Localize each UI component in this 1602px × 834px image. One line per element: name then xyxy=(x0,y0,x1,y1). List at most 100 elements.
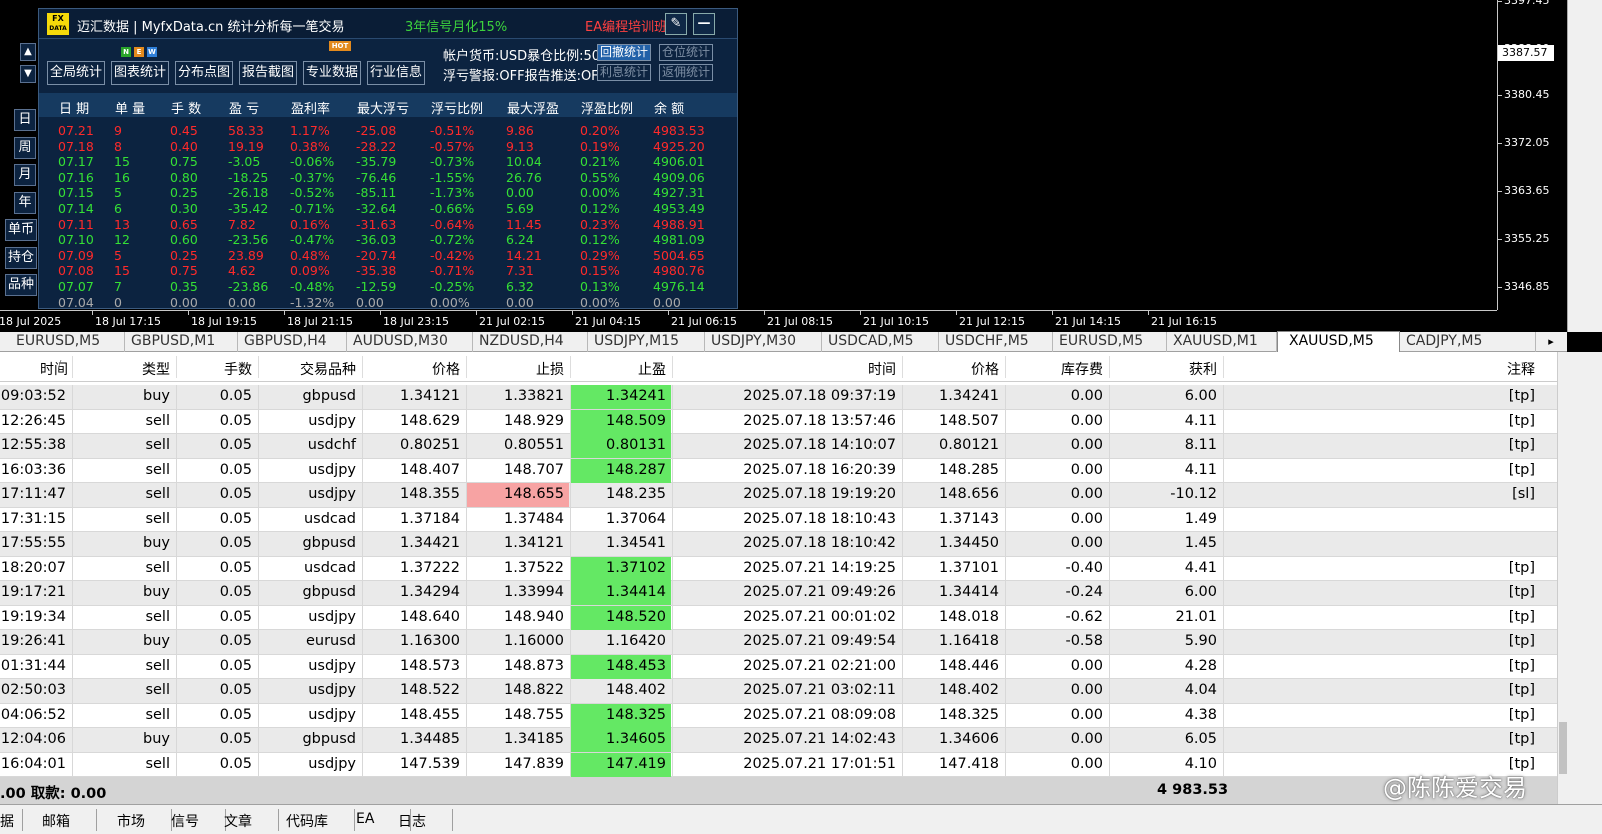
symbol-tab[interactable]: USDJPY,M15 xyxy=(588,332,705,352)
column-divider[interactable] xyxy=(672,356,673,378)
ea-training-link[interactable]: EA编程培训班 xyxy=(585,16,667,35)
industry-info-button[interactable]: 行业信息 xyxy=(367,61,425,85)
side-button-month[interactable]: 月 xyxy=(14,164,36,186)
table-scrollbar[interactable] xyxy=(1557,352,1567,804)
report-screenshot-button[interactable]: 报告截图 xyxy=(239,61,297,85)
symbol-tab[interactable]: CADJPY,M5 xyxy=(1400,332,1536,352)
position-stats-button[interactable]: 仓位统计 xyxy=(659,44,714,61)
table-header-cell[interactable]: 时间 xyxy=(868,359,896,379)
signal-promo-link[interactable]: 3年信号月化15% xyxy=(405,16,507,35)
table-cell: 04:06:52 xyxy=(0,706,66,723)
bottom-tab[interactable]: 代码库 xyxy=(286,811,328,831)
table-row[interactable]: 3 19:17:21 buy 0.05 gbpusd 1.34294 1.33994 1.3… xyxy=(0,581,1557,606)
column-divider[interactable] xyxy=(72,356,73,378)
table-cell: 0.05 xyxy=(219,608,252,625)
pro-data-button[interactable]: 专业数据 xyxy=(303,61,361,85)
symbol-tab[interactable]: EURUSD,M5 xyxy=(10,332,125,352)
table-row[interactable]: 04:06:52 sell 0.05 usdjpy 148.455 148.755 148.… xyxy=(0,703,1557,728)
table-row[interactable]: 3 19:19:34 sell 0.05 usdjpy 148.640 148.940 14… xyxy=(0,605,1557,630)
symbol-tab[interactable]: EURUSD,M5 xyxy=(1053,332,1167,352)
column-divider[interactable] xyxy=(1109,356,1110,378)
symbol-tab[interactable]: USDCHF,M5 xyxy=(939,332,1053,352)
column-divider[interactable] xyxy=(570,356,571,378)
column-divider[interactable] xyxy=(258,356,259,378)
edit-icon[interactable]: ✎ xyxy=(665,13,687,35)
table-row[interactable]: 12:04:06 buy 0.05 gbpusd 1.34485 1.34185 1.346… xyxy=(0,728,1557,753)
side-button-positions[interactable]: 持仓 xyxy=(5,247,37,269)
table-row[interactable]: 3 17:11:47 sell 0.05 usdjpy 148.355 148.655 14… xyxy=(0,483,1557,508)
table-row[interactable]: 16:04:01 sell 0.05 usdjpy 147.539 147.839 147.… xyxy=(0,752,1557,777)
bottom-tab[interactable]: 邮箱 xyxy=(42,811,70,831)
table-row[interactable]: 3 12:55:38 sell 0.05 usdchf 0.80251 0.80551 0.… xyxy=(0,434,1557,459)
table-cell: 2025.07.18 14:10:07 xyxy=(743,437,896,453)
table-header-cell[interactable]: 止损 xyxy=(536,359,564,379)
table-header-cell[interactable]: 止盈 xyxy=(638,359,666,379)
table-row[interactable]: 01:31:44 sell 0.05 usdjpy 148.573 148.873 148.… xyxy=(0,654,1557,679)
tab-scroll-right-icon[interactable]: ▸ xyxy=(1536,332,1566,352)
column-divider[interactable] xyxy=(1005,356,1006,378)
bottom-tab[interactable]: 市场 xyxy=(117,811,145,831)
symbol-tab[interactable]: USDCAD,M5 xyxy=(822,332,939,352)
global-stats-button[interactable]: 全局统计 xyxy=(47,61,105,85)
symbol-tab[interactable]: USDJPY,M30 xyxy=(705,332,822,352)
table-header-cell[interactable]: 时间 xyxy=(40,359,68,379)
symbol-tab[interactable]: GBPUSD,M1 xyxy=(125,332,238,352)
terminal-bottom-tabs: 据 邮箱 市场 信号 文章 代码库 EA 日志 xyxy=(0,804,1602,834)
column-divider[interactable] xyxy=(466,356,467,378)
scroll-down-icon[interactable]: ▼ xyxy=(20,65,36,83)
interest-stats-button[interactable]: 利息统计 xyxy=(597,64,652,81)
column-divider[interactable] xyxy=(902,356,903,378)
minimize-icon[interactable]: — xyxy=(693,13,715,35)
symbol-tab[interactable]: AUDUSD,M30 xyxy=(347,332,473,352)
side-button-symbols[interactable]: 品种 xyxy=(5,274,37,296)
table-cell: 148.407 xyxy=(400,461,460,478)
side-button-single-currency[interactable]: 单币 xyxy=(5,219,37,241)
bottom-tab[interactable]: 文章 xyxy=(224,811,252,831)
table-row[interactable]: 3 19:26:41 buy 0.05 eurusd 1.16300 1.16000 1.1… xyxy=(0,630,1557,655)
column-divider[interactable] xyxy=(1223,356,1224,378)
scroll-up-icon[interactable]: ▲ xyxy=(20,43,36,61)
table-header-cell[interactable]: 手数 xyxy=(224,359,252,379)
cell-divider xyxy=(176,630,177,654)
side-button-year[interactable]: 年 xyxy=(14,192,36,214)
cell-divider xyxy=(176,605,177,630)
stats-cell: -28.22 xyxy=(356,138,397,154)
bottom-tab[interactable]: 日志 xyxy=(398,811,426,831)
table-cell: usdjpy xyxy=(308,682,356,698)
table-header-cell[interactable]: 库存费 xyxy=(1061,359,1103,379)
table-header-cell[interactable]: 交易品种 xyxy=(300,359,356,379)
symbol-tab[interactable]: XAUUSD,M1 xyxy=(1167,332,1277,352)
column-divider[interactable] xyxy=(362,356,363,378)
table-cell: [tp] xyxy=(1508,706,1535,723)
table-header-cell[interactable]: 类型 xyxy=(142,359,170,379)
rebate-stats-button[interactable]: 返佣统计 xyxy=(659,64,714,81)
table-scrollbar-thumb[interactable] xyxy=(1559,722,1567,774)
side-button-week[interactable]: 周 xyxy=(14,137,36,159)
table-row[interactable]: 3 12:26:45 sell 0.05 usdjpy 148.629 148.929 14… xyxy=(0,409,1557,434)
bottom-tab[interactable]: 据 xyxy=(0,811,14,831)
cell-divider xyxy=(1223,679,1224,703)
drawdown-stats-button[interactable]: 回撤统计 xyxy=(597,44,652,61)
table-row[interactable]: 3 09:03:52 buy 0.05 gbpusd 1.34121 1.33821 1.3… xyxy=(0,385,1557,410)
table-row[interactable]: 3 16:03:36 sell 0.05 usdjpy 148.407 148.707 14… xyxy=(0,458,1557,483)
symbol-tab[interactable]: NZDUSD,H4 xyxy=(473,332,588,352)
bottom-tab[interactable]: 信号 xyxy=(171,811,199,831)
column-divider[interactable] xyxy=(176,356,177,378)
chart-stats-button[interactable]: 图表统计 xyxy=(111,61,169,85)
symbol-tab[interactable]: XAUUSD,M5 xyxy=(1277,331,1400,353)
distribution-button[interactable]: 分布点图 xyxy=(175,61,233,85)
table-header-cell[interactable]: 价格 xyxy=(971,359,999,379)
sort-icon[interactable]: / xyxy=(58,359,61,370)
table-row[interactable]: 02:50:03 sell 0.05 usdjpy 148.522 148.822 148.… xyxy=(0,679,1557,704)
table-row[interactable]: 3 18:20:07 sell 0.05 usdcad 1.37222 1.37522 1.… xyxy=(0,556,1557,581)
table-header-cell[interactable]: 注释 xyxy=(1507,359,1535,379)
symbol-tab[interactable]: GBPUSD,H4 xyxy=(238,332,347,352)
table-cell: 147.539 xyxy=(400,755,460,772)
table-row[interactable]: 3 17:31:15 sell 0.05 usdcad 1.37184 1.37484 1.… xyxy=(0,507,1557,532)
side-button-day[interactable]: 日 xyxy=(14,109,36,131)
bottom-tab[interactable]: EA xyxy=(356,811,374,827)
table-header-cell[interactable]: 获利 xyxy=(1189,359,1217,379)
table-header-cell[interactable]: 价格 xyxy=(432,359,460,379)
table-row[interactable]: 3 17:55:55 buy 0.05 gbpusd 1.34421 1.34121 1.3… xyxy=(0,532,1557,557)
stats-cell: 15 xyxy=(114,154,130,170)
